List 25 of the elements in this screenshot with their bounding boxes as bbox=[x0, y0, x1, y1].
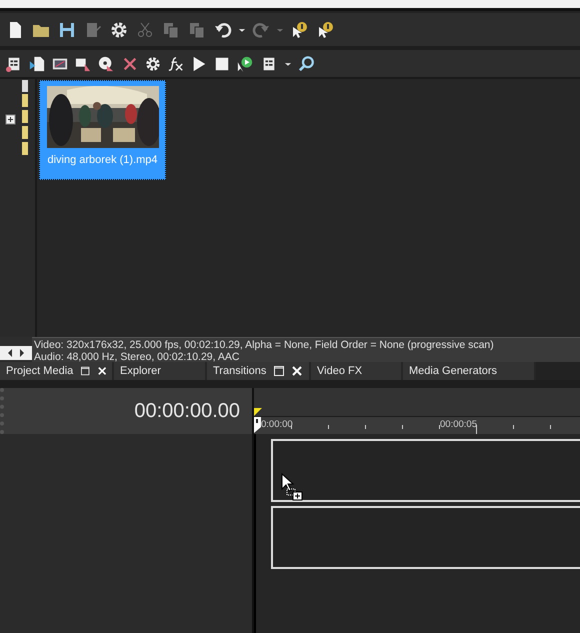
drag-cursor-icon bbox=[281, 473, 303, 501]
media-file-name: diving arborek (1).mp4 bbox=[47, 154, 158, 166]
timeline-track[interactable] bbox=[271, 439, 580, 502]
scroll-buttons[interactable] bbox=[0, 346, 32, 360]
panel-tab[interactable]: Video FX bbox=[311, 362, 403, 380]
panel-tab[interactable]: Transitions bbox=[207, 362, 311, 380]
close-icon[interactable] bbox=[98, 366, 106, 376]
timeline-track[interactable] bbox=[271, 506, 580, 569]
panel-tab[interactable]: Project Media bbox=[0, 362, 114, 380]
maximize-icon[interactable] bbox=[81, 366, 90, 376]
tab-label: Project Media bbox=[6, 365, 74, 377]
ruler-label: 0:00:00 bbox=[261, 419, 293, 430]
tab-label: Transitions bbox=[213, 365, 266, 377]
media-info-text: Video: 320x176x32, 25.000 fps, 00:02:10.29, Alpha = None, Field Order = None (progressive scan) bbox=[34, 339, 495, 351]
ruler-label: 00:00:05 bbox=[440, 419, 477, 430]
close-icon[interactable] bbox=[292, 366, 302, 376]
media-info-text: Audio: 48,000 Hz, Stereo, 00:02:10.29, AAC bbox=[34, 351, 240, 363]
time-text: 00:00:00.00 bbox=[134, 400, 240, 422]
tab-label: Explorer bbox=[120, 365, 161, 377]
tab-label: Media Generators bbox=[409, 365, 498, 377]
tab-label: Video FX bbox=[317, 365, 362, 377]
playhead-icon[interactable] bbox=[254, 417, 261, 433]
maximize-icon[interactable] bbox=[274, 366, 284, 376]
panel-tab[interactable]: Media Generators bbox=[403, 362, 536, 380]
panel-tab[interactable]: Explorer bbox=[114, 362, 207, 380]
